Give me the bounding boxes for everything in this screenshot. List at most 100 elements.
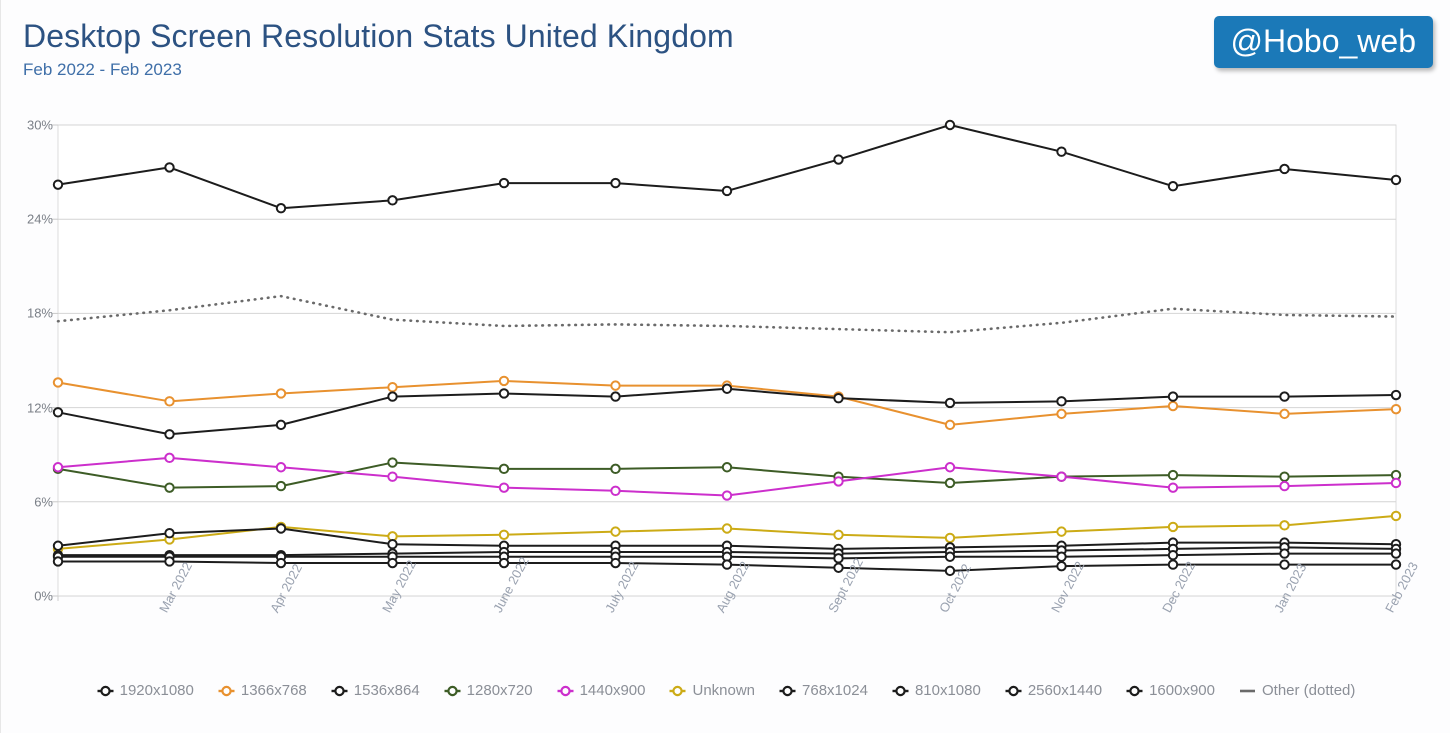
data-point[interactable]: [833, 553, 844, 564]
data-point[interactable]: [52, 540, 64, 551]
data-point[interactable]: [164, 396, 175, 407]
data-point[interactable]: [498, 557, 510, 569]
data-point[interactable]: [498, 463, 510, 475]
data-point[interactable]: [1390, 548, 1402, 559]
data-point[interactable]: [944, 477, 956, 489]
data-point[interactable]: [833, 476, 844, 487]
data-point[interactable]: [1390, 174, 1402, 186]
data-point[interactable]: [52, 556, 64, 567]
data-point[interactable]: [275, 557, 287, 569]
legend-item-810x1080[interactable]: 810x1080: [880, 682, 993, 699]
data-point[interactable]: [610, 485, 621, 497]
data-point[interactable]: [387, 391, 398, 402]
data-point[interactable]: [1056, 408, 1067, 420]
data-point[interactable]: [498, 177, 510, 189]
legend-item-2560x1440[interactable]: 2560x1440: [993, 682, 1114, 699]
data-point[interactable]: [944, 119, 956, 131]
data-point[interactable]: [1056, 560, 1067, 572]
data-point[interactable]: [1167, 469, 1179, 481]
data-point[interactable]: [387, 538, 398, 550]
legend-item-768x1024[interactable]: 768x1024: [767, 682, 880, 699]
data-point[interactable]: [387, 557, 398, 569]
data-point[interactable]: [275, 419, 287, 431]
data-point[interactable]: [164, 482, 175, 493]
data-point[interactable]: [387, 381, 398, 393]
data-point[interactable]: [721, 383, 733, 394]
hobo-web-badge[interactable]: @Hobo_web: [1213, 16, 1433, 68]
data-point[interactable]: [721, 462, 733, 473]
data-point[interactable]: [164, 162, 175, 173]
legend-item-1366x768[interactable]: 1366x768: [206, 682, 319, 699]
data-point[interactable]: [1167, 482, 1179, 493]
data-point[interactable]: [498, 388, 510, 399]
data-point[interactable]: [1167, 181, 1179, 192]
legend-item-1280x720[interactable]: 1280x720: [432, 682, 545, 699]
data-point[interactable]: [944, 551, 956, 562]
data-point[interactable]: [721, 185, 733, 197]
data-point[interactable]: [1279, 520, 1290, 531]
data-point[interactable]: [1390, 477, 1402, 489]
data-point[interactable]: [498, 375, 510, 387]
data-point[interactable]: [164, 528, 175, 539]
data-point[interactable]: [833, 154, 844, 165]
data-point[interactable]: [164, 452, 175, 464]
data-point[interactable]: [164, 429, 175, 440]
data-point[interactable]: [610, 557, 621, 569]
data-point[interactable]: [833, 562, 844, 573]
data-point[interactable]: [1390, 403, 1402, 415]
data-point[interactable]: [387, 471, 398, 482]
data-point[interactable]: [275, 480, 287, 492]
data-point[interactable]: [610, 526, 621, 537]
data-point[interactable]: [1279, 559, 1290, 570]
data-point[interactable]: [1167, 559, 1179, 570]
data-point[interactable]: [1279, 163, 1290, 175]
data-point[interactable]: [944, 419, 956, 431]
data-point[interactable]: [275, 523, 287, 534]
data-point[interactable]: [610, 380, 621, 391]
legend-item-other-dotted[interactable]: Other (dotted): [1227, 682, 1367, 699]
data-point[interactable]: [275, 462, 287, 473]
data-point[interactable]: [164, 556, 175, 567]
data-point[interactable]: [1056, 471, 1067, 482]
data-point[interactable]: [1167, 521, 1179, 533]
legend-item-unknown[interactable]: Unknown: [657, 682, 767, 699]
data-point[interactable]: [387, 195, 398, 206]
legend-item-1440x900[interactable]: 1440x900: [545, 682, 658, 699]
data-point[interactable]: [610, 463, 621, 475]
data-point[interactable]: [1279, 408, 1290, 420]
data-point[interactable]: [387, 457, 398, 468]
data-point[interactable]: [944, 462, 956, 473]
data-point[interactable]: [1056, 526, 1067, 537]
data-point[interactable]: [610, 177, 621, 189]
data-point[interactable]: [1279, 391, 1290, 402]
data-point[interactable]: [1390, 559, 1402, 570]
data-point[interactable]: [833, 392, 844, 404]
data-point[interactable]: [721, 490, 733, 501]
data-point[interactable]: [833, 529, 844, 540]
data-point[interactable]: [1279, 548, 1290, 559]
data-point[interactable]: [1279, 480, 1290, 492]
data-point[interactable]: [721, 559, 733, 570]
data-point[interactable]: [1167, 400, 1179, 412]
data-point[interactable]: [610, 391, 621, 402]
data-point[interactable]: [1056, 551, 1067, 562]
data-point[interactable]: [1167, 391, 1179, 402]
data-point[interactable]: [1167, 549, 1179, 561]
data-point[interactable]: [944, 397, 956, 409]
legend-item-1536x864[interactable]: 1536x864: [319, 682, 432, 699]
data-point[interactable]: [1390, 389, 1402, 401]
data-point[interactable]: [1056, 396, 1067, 407]
data-point[interactable]: [944, 532, 956, 544]
data-point[interactable]: [52, 179, 64, 190]
data-point[interactable]: [52, 462, 64, 473]
data-point[interactable]: [1390, 510, 1402, 522]
data-point[interactable]: [498, 482, 510, 493]
data-point[interactable]: [275, 203, 287, 214]
data-point[interactable]: [52, 407, 64, 418]
data-point[interactable]: [52, 377, 64, 388]
data-point[interactable]: [721, 523, 733, 534]
data-point[interactable]: [498, 529, 510, 540]
data-point[interactable]: [275, 388, 287, 399]
legend-item-1920x1080[interactable]: 1920x1080: [85, 682, 206, 699]
data-point[interactable]: [1056, 146, 1067, 157]
